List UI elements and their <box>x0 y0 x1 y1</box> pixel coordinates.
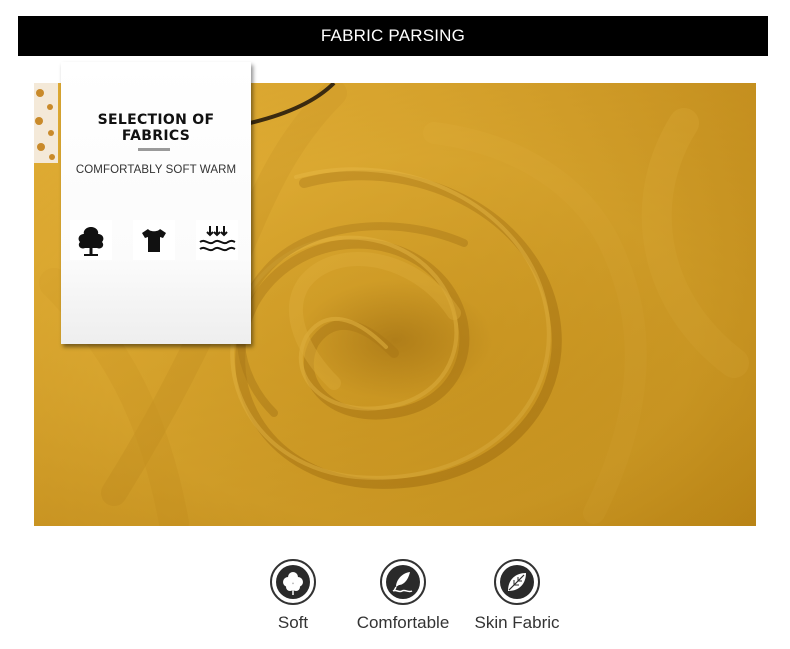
tshirt-icon <box>133 220 175 260</box>
feature-label-skin-fabric: Skin Fabric <box>474 613 560 632</box>
fabric-selection-card: SELECTION OF FABRICS COMFORTABLY SOFT WA… <box>61 62 251 344</box>
banner-title: FABRIC PARSING <box>320 26 466 45</box>
feature-label-comfortable: Comfortable <box>356 613 450 632</box>
water-wave-icon <box>196 220 238 260</box>
feature-soft: Soft <box>233 559 353 633</box>
feature-skin-fabric: Skin Fabric <box>457 559 577 633</box>
feather-icon <box>380 559 426 605</box>
modal-leaf-icon <box>494 559 540 605</box>
card-divider <box>138 148 170 151</box>
feature-label-soft: Soft <box>277 613 309 632</box>
header-banner: FABRIC PARSING <box>18 16 768 56</box>
feature-comfortable: Comfortable <box>343 559 463 633</box>
card-subtitle: COMFORTABLY SOFT WARM <box>75 164 237 176</box>
cotton-flower-icon <box>270 559 316 605</box>
card-title: SELECTION OF FABRICS <box>97 112 215 144</box>
cotton-tree-icon <box>70 220 112 260</box>
